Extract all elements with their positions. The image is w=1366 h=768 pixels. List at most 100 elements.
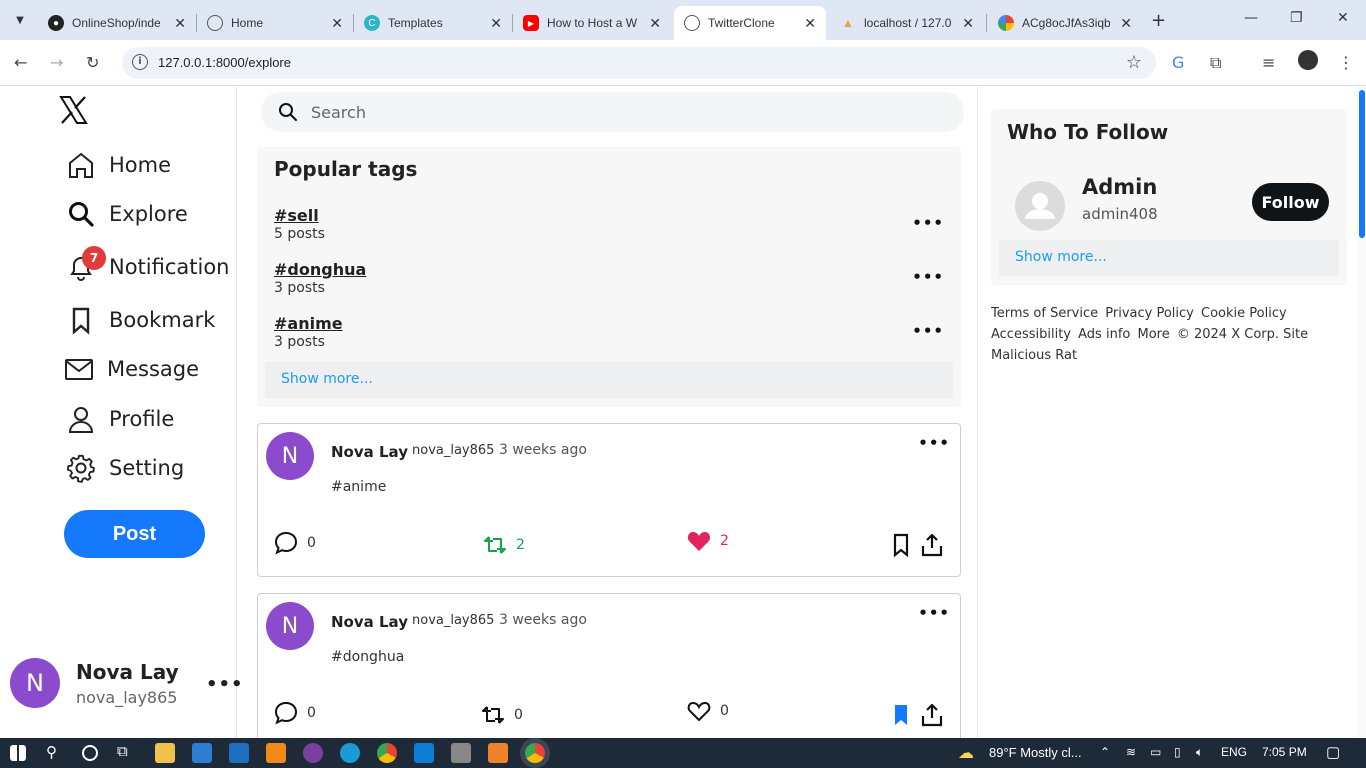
vscode-icon[interactable] [414, 743, 434, 763]
chrome-active-icon[interactable] [525, 743, 545, 763]
store-icon[interactable] [192, 743, 212, 763]
sidebar-item-profile[interactable]: Profile [66, 404, 174, 434]
sidebar-item-setting[interactable]: Setting [66, 453, 184, 483]
network-icon[interactable]: ▯ [1174, 745, 1181, 759]
wifi-icon[interactable]: ≋ [1126, 745, 1136, 759]
close-tab-icon[interactable]: ✕ [174, 15, 186, 32]
tag-item[interactable]: #sell 5 posts ••• [274, 206, 944, 242]
bookmark-button[interactable] [888, 532, 914, 558]
share-button[interactable] [919, 702, 945, 728]
browser-menu-icon[interactable]: ⋮ [1338, 53, 1354, 72]
sidebar-item-bookmark[interactable]: Bookmark [66, 305, 215, 335]
post-card[interactable]: N Nova Lay nova_lay865 3 weeks ago ••• #… [257, 593, 961, 747]
like-button[interactable]: 2 [686, 528, 729, 554]
show-hidden-icons-icon[interactable]: ⌃ [1100, 745, 1110, 759]
tag-name-link[interactable]: #donghua [274, 260, 944, 279]
scrollbar-thumb[interactable] [1359, 90, 1365, 238]
back-arrow-icon[interactable]: ← [14, 53, 27, 72]
browser-tab[interactable]: ● OnlineShop/inde ✕ [38, 6, 196, 40]
browser-tab[interactable]: ▶ How to Host a W ✕ [513, 6, 671, 40]
more-options-icon[interactable]: ••• [912, 322, 944, 340]
close-tab-icon[interactable]: ✕ [1120, 15, 1132, 32]
close-tab-icon[interactable]: ✕ [962, 15, 974, 32]
search-input[interactable] [311, 100, 911, 124]
restore-icon[interactable]: ❐ [1290, 10, 1303, 26]
search-icon[interactable]: ⚲ [46, 743, 57, 761]
more-options-icon[interactable]: ••• [206, 674, 244, 695]
repost-button[interactable]: 0 [480, 702, 523, 728]
weather-icon[interactable]: ☁ [958, 743, 974, 763]
clock[interactable]: 7:05 PM [1262, 745, 1307, 759]
app-icon[interactable] [266, 743, 286, 763]
windows-start-icon[interactable] [10, 745, 26, 761]
footer-link[interactable]: Ads info [1078, 327, 1130, 342]
share-button[interactable] [919, 532, 945, 558]
battery-icon[interactable]: ▭ [1150, 745, 1161, 759]
post-button[interactable]: Post [64, 510, 205, 558]
more-options-icon[interactable]: ••• [918, 604, 950, 622]
translate-icon[interactable]: G [1172, 53, 1184, 72]
close-tab-icon[interactable]: ✕ [331, 15, 343, 32]
tag-name-link[interactable]: #anime [274, 314, 944, 333]
browser-tab[interactable]: C Templates ✕ [354, 6, 512, 40]
omnibox[interactable]: i 127.0.0.1:8000/explore ☆ [122, 47, 1156, 79]
task-view-icon[interactable]: ⧉ [117, 743, 128, 760]
footer-link[interactable]: Cookie Policy [1201, 306, 1287, 321]
close-tab-icon[interactable]: ✕ [490, 15, 502, 32]
bookmark-star-icon[interactable]: ☆ [1126, 52, 1142, 73]
cortana-icon[interactable] [82, 745, 98, 761]
close-tab-icon[interactable]: ✕ [649, 15, 661, 32]
current-user-card[interactable]: N Nova Lay nova_lay865 ••• [10, 658, 243, 712]
url-text[interactable]: 127.0.0.1:8000/explore [158, 55, 291, 70]
post-author-name[interactable]: Nova Lay [331, 613, 408, 631]
reload-icon[interactable]: ↻ [86, 53, 99, 72]
browser-tab[interactable]: ▲ localhost / 127.0 ✕ [830, 6, 984, 40]
volume-icon[interactable]: 🔈︎ [1196, 745, 1203, 760]
footer-link[interactable]: Terms of Service [991, 306, 1098, 321]
browser-tab[interactable]: ACg8ocJfAs3iqb ✕ [988, 6, 1142, 40]
language-indicator[interactable]: ENG [1221, 745, 1247, 759]
tag-item[interactable]: #anime 3 posts ••• [274, 314, 944, 350]
sidebar-item-notification[interactable]: 7 Notification [66, 246, 230, 282]
site-info-icon[interactable]: i [132, 54, 148, 70]
extensions-icon[interactable]: ⧉ [1210, 53, 1221, 73]
tag-name-link[interactable]: #sell [274, 206, 944, 225]
footer-link[interactable]: Privacy Policy [1105, 306, 1194, 321]
xampp-icon[interactable] [488, 743, 508, 763]
app-icon[interactable] [303, 743, 323, 763]
avatar[interactable]: N [266, 432, 314, 480]
more-options-icon[interactable]: ••• [912, 268, 944, 286]
comment-button[interactable]: 0 [273, 700, 316, 726]
new-tab-button[interactable]: + [1151, 10, 1166, 31]
sidebar-item-explore[interactable]: Explore [66, 199, 188, 229]
show-more-users-link[interactable]: Show more... [999, 240, 1339, 276]
edge-icon[interactable] [340, 743, 360, 763]
post-card[interactable]: N Nova Lay nova_lay865 3 weeks ago ••• #… [257, 423, 961, 577]
mail-icon[interactable] [229, 743, 249, 763]
like-button[interactable]: 0 [686, 698, 729, 724]
bookmark-button[interactable] [888, 702, 914, 728]
browser-tab-active[interactable]: TwitterClone ✕ [674, 6, 826, 40]
footer-link[interactable]: More [1137, 327, 1169, 342]
tag-item[interactable]: #donghua 3 posts ••• [274, 260, 944, 296]
app-icon[interactable] [451, 743, 471, 763]
footer-link[interactable]: Accessibility [991, 327, 1071, 342]
sidebar-item-message[interactable]: Message [64, 354, 199, 384]
post-author-name[interactable]: Nova Lay [331, 443, 408, 461]
more-options-icon[interactable]: ••• [912, 214, 944, 232]
minimize-icon[interactable]: — [1244, 10, 1258, 26]
profile-avatar-icon[interactable] [1298, 50, 1318, 70]
follow-button[interactable]: Follow [1252, 183, 1329, 221]
comment-button[interactable]: 0 [273, 530, 316, 556]
close-window-icon[interactable]: ✕ [1337, 10, 1349, 26]
show-more-tags-link[interactable]: Show more... [265, 362, 953, 398]
media-control-icon[interactable]: ≡ [1262, 53, 1275, 72]
suggested-user-name[interactable]: Admin [1082, 175, 1157, 199]
tab-search-button[interactable]: ▼ [8, 8, 32, 32]
weather-text[interactable]: 89°F Mostly cl... [989, 745, 1082, 760]
default-avatar-icon[interactable] [1015, 181, 1065, 231]
forward-arrow-icon[interactable]: → [50, 53, 63, 72]
more-options-icon[interactable]: ••• [918, 434, 950, 452]
chrome-icon[interactable] [377, 743, 397, 763]
repost-button[interactable]: 2 [482, 532, 525, 558]
